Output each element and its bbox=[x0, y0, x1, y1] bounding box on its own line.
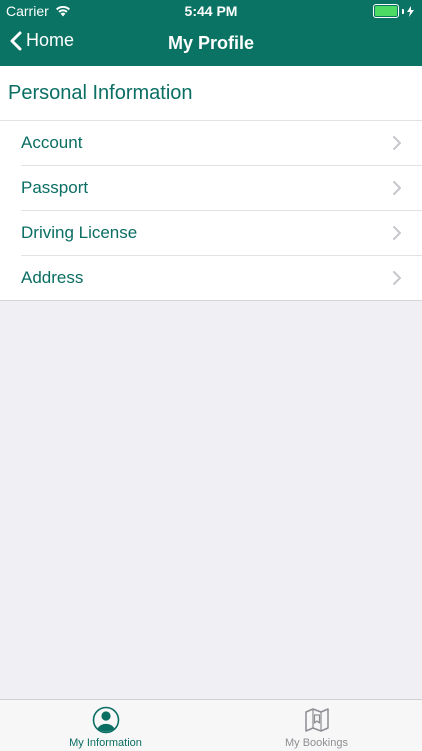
chevron-right-icon bbox=[393, 226, 401, 240]
tab-label: My Information bbox=[69, 737, 142, 749]
tab-label: My Bookings bbox=[285, 737, 348, 749]
chevron-right-icon bbox=[393, 271, 401, 285]
person-icon bbox=[92, 706, 119, 734]
personal-info-list: Account Passport Driving License Address bbox=[0, 121, 422, 301]
list-item-account[interactable]: Account bbox=[21, 121, 422, 166]
chevron-right-icon bbox=[393, 136, 401, 150]
charging-icon bbox=[407, 5, 414, 17]
battery-icon bbox=[373, 4, 414, 18]
section-header: Personal Information bbox=[0, 66, 422, 121]
tab-my-information[interactable]: My Information bbox=[0, 700, 211, 751]
page-title: My Profile bbox=[167, 33, 255, 53]
list-item-passport[interactable]: Passport bbox=[21, 166, 422, 211]
tab-my-bookings[interactable]: My Bookings bbox=[211, 700, 422, 751]
list-item-label: Address bbox=[21, 268, 84, 287]
list-item-driving-license[interactable]: Driving License bbox=[21, 211, 422, 256]
list-item-label: Passport bbox=[21, 178, 89, 197]
bookings-icon bbox=[304, 708, 329, 732]
chevron-right-icon bbox=[393, 181, 401, 195]
list-item-address[interactable]: Address bbox=[21, 256, 422, 300]
status-bar: Carrier 5:44 PM bbox=[0, 0, 422, 22]
navigation-header: Carrier 5:44 PM Home My Profile bbox=[0, 0, 422, 66]
main-content: Personal Information Account Passport Dr… bbox=[0, 66, 422, 301]
list-item-label: Driving License bbox=[21, 223, 138, 242]
list-item-label: Account bbox=[21, 133, 83, 152]
tab-bar: My Information My Bookings bbox=[0, 699, 422, 751]
status-time: 5:44 PM bbox=[184, 3, 238, 19]
